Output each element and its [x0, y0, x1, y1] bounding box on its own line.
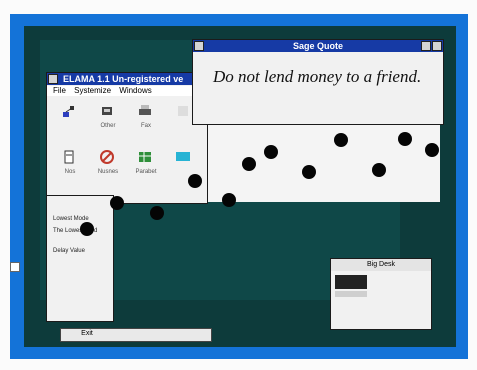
dot-marker [372, 163, 386, 177]
system-menu-box[interactable] [48, 74, 58, 84]
program-icon[interactable]: Fax [131, 101, 161, 137]
exit-button[interactable]: Exit [62, 328, 112, 340]
network-icon [63, 106, 74, 117]
sage-quote-window[interactable]: Sage Quote Do not lend money to a friend… [192, 39, 444, 125]
printer-icon [139, 105, 151, 115]
menu-windows[interactable]: Windows [119, 86, 151, 95]
dot-marker [398, 132, 412, 146]
sage-title: Sage Quote [292, 41, 343, 51]
settings-panel: Lowest Mode The Lowest Mod Delay Value [46, 195, 114, 322]
sage-titlebar[interactable]: Sage Quote [193, 40, 443, 52]
program-icon[interactable]: Nos [55, 147, 85, 183]
dot-marker [80, 222, 94, 236]
program-icon[interactable]: Nusnes [93, 147, 123, 183]
dot-marker [188, 174, 202, 188]
dot-marker [150, 206, 164, 220]
program-icon[interactable]: Parabet [131, 147, 161, 183]
menu-systemize[interactable]: Systemize [74, 86, 111, 95]
sage-system-menu[interactable] [194, 41, 204, 51]
no-entry-icon [100, 150, 114, 164]
tool-icon [102, 107, 112, 115]
blank-icon [178, 106, 188, 116]
icon-label: Nusnes [97, 169, 119, 175]
dot-marker [110, 196, 124, 210]
desk-selection[interactable] [335, 275, 367, 289]
delay-checkbox[interactable] [10, 262, 20, 272]
dot-marker [264, 145, 278, 159]
program-icon[interactable] [55, 101, 85, 137]
elama-window[interactable]: ELAMA 1.1 Un-registered ve File Systemiz… [46, 72, 208, 204]
menu-file[interactable]: File [53, 86, 66, 95]
desk-selection-secondary[interactable] [335, 291, 367, 297]
icon-label: Nos [64, 169, 76, 175]
dot-marker [222, 193, 236, 207]
icon-label: Other [100, 123, 116, 129]
icon-label: Fax [140, 123, 151, 129]
elama-menubar: File Systemize Windows [47, 86, 207, 96]
program-icon[interactable]: Other [93, 101, 123, 137]
big-desk-window[interactable]: Big Desk [330, 258, 432, 330]
delay-value-label: Delay Value [53, 248, 85, 254]
quote-text: Do not lend money to a friend. [213, 67, 422, 86]
screen-icon [176, 152, 190, 161]
elama-titlebar[interactable]: ELAMA 1.1 Un-registered ve [47, 73, 207, 85]
dot-marker [302, 165, 316, 179]
lowest-mode-label: Lowest Mode [53, 216, 89, 222]
big-desk-titlebar[interactable]: Big Desk [331, 259, 431, 271]
minimize-button[interactable] [421, 41, 431, 51]
maximize-button[interactable] [432, 41, 442, 51]
spreadsheet-icon [139, 152, 151, 162]
elama-title: ELAMA 1.1 Un-registered ve [63, 74, 184, 84]
doc-icon [64, 150, 74, 164]
icon-grid: Other Fax Nos Nusnes Parabet [55, 101, 205, 191]
dot-marker [425, 143, 439, 157]
dot-marker [242, 157, 256, 171]
dot-marker [334, 133, 348, 147]
big-desk-title: Big Desk [366, 261, 395, 268]
icon-label: Parabet [135, 169, 157, 175]
